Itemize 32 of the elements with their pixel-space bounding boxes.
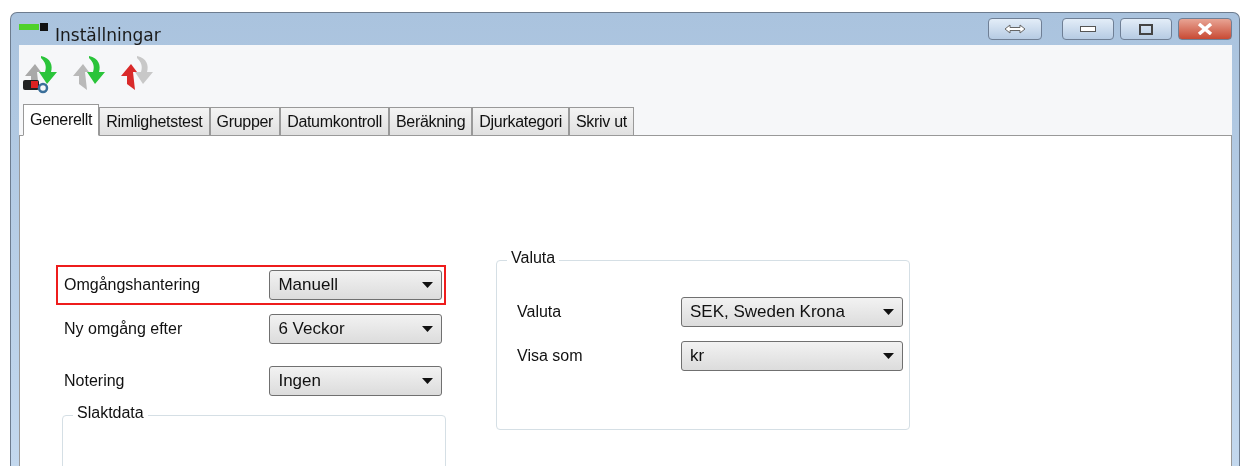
field-label: Visa som bbox=[517, 347, 584, 365]
tab[interactable]: Skriv ut bbox=[568, 107, 634, 135]
dropdown-caret-icon bbox=[422, 326, 433, 332]
close-icon bbox=[1197, 23, 1213, 35]
dropdown[interactable]: Ingen bbox=[269, 366, 442, 396]
tab[interactable]: Rimlighetstest bbox=[99, 107, 210, 135]
tab[interactable]: Generellt bbox=[23, 104, 100, 136]
maximize-button[interactable] bbox=[1120, 18, 1172, 40]
tab[interactable]: Djurkategori bbox=[472, 107, 569, 135]
tab[interactable]: Beräkning bbox=[388, 107, 473, 135]
field-label: Valuta bbox=[517, 303, 563, 321]
dropdown[interactable]: kr bbox=[681, 341, 903, 371]
tab[interactable]: Grupper bbox=[209, 107, 281, 135]
dropdown[interactable]: SEK, Sweden Krona bbox=[681, 297, 903, 327]
dropdown-caret-icon bbox=[883, 353, 894, 359]
setting-label: Ny omgång efter bbox=[64, 320, 184, 338]
minimize-button[interactable] bbox=[1062, 18, 1114, 40]
dropdown[interactable]: 6 Veckor bbox=[269, 314, 442, 344]
setting-label: Omgångshantering bbox=[64, 276, 202, 294]
minimize-icon bbox=[1080, 26, 1096, 32]
double-arrow-icon bbox=[1004, 24, 1026, 34]
app-logo-icon bbox=[19, 23, 49, 31]
window-title: Inställningar bbox=[55, 25, 161, 45]
dropdown-caret-icon bbox=[883, 309, 894, 315]
maximize-icon bbox=[1139, 23, 1153, 35]
dropdown-caret-icon bbox=[422, 378, 433, 384]
setting-label: Notering bbox=[64, 372, 126, 390]
tab[interactable]: Datumkontroll bbox=[280, 107, 389, 135]
dropdown-caret-icon bbox=[422, 282, 433, 288]
resize-arrows-button[interactable] bbox=[988, 18, 1042, 40]
close-button[interactable] bbox=[1178, 18, 1232, 40]
dropdown[interactable]: Manuell bbox=[269, 270, 442, 300]
